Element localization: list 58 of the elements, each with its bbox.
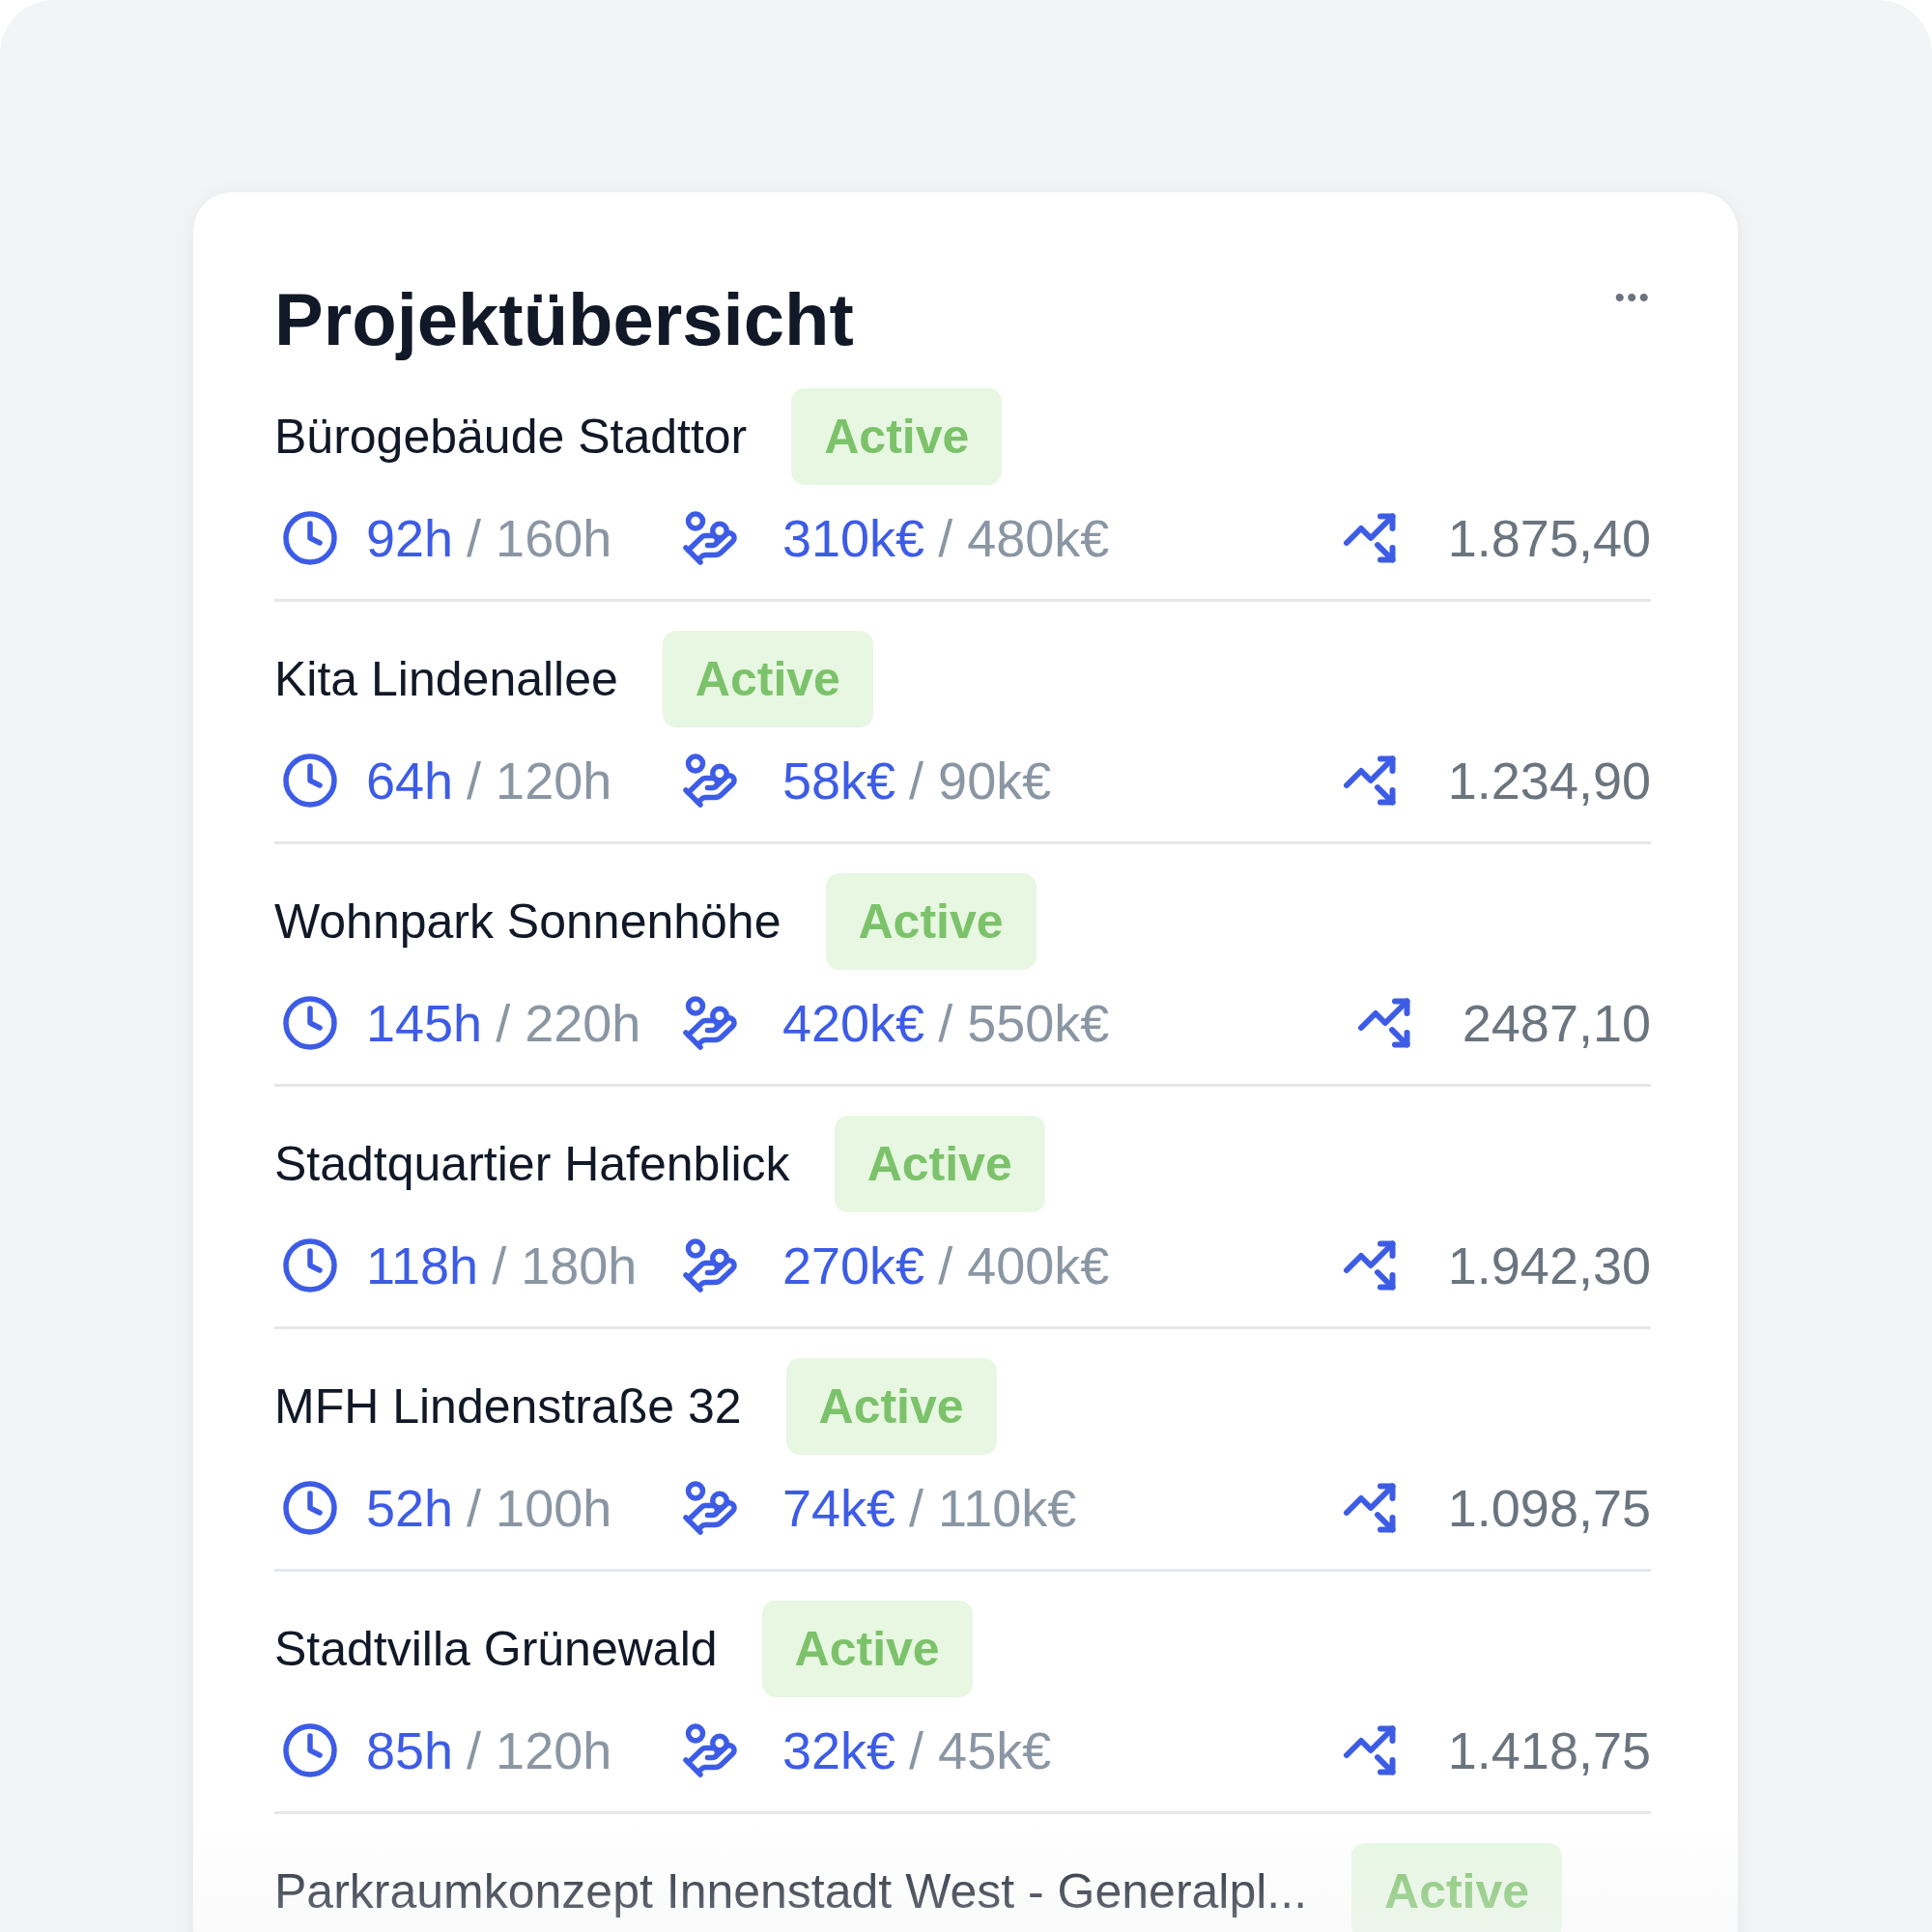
card-title: Projektübersicht xyxy=(274,277,854,362)
clock-icon xyxy=(281,1479,339,1538)
hours-used: 92h xyxy=(366,508,454,569)
budget-limit: / 110k€ xyxy=(909,1478,1077,1539)
project-name[interactable]: Bürogebäude Stadttor xyxy=(274,409,748,466)
status-badge: Active xyxy=(825,873,1037,971)
project-value: 1.875,40 xyxy=(1447,508,1651,569)
hours-used: 85h xyxy=(366,1720,454,1781)
project-value: 1.418,75 xyxy=(1447,1720,1651,1781)
project-value: 1.098,75 xyxy=(1447,1478,1651,1539)
hours-limit: / 100h xyxy=(467,1478,612,1539)
budget-limit: / 90k€ xyxy=(909,751,1052,811)
budget-used: 58k€ xyxy=(782,751,896,811)
status-badge: Active xyxy=(834,1116,1045,1213)
project-name[interactable]: MFH Lindenstraße 32 xyxy=(274,1378,742,1435)
hours-limit: / 120h xyxy=(467,1720,612,1781)
budget-limit: / 550k€ xyxy=(938,993,1110,1054)
hand-coins-icon xyxy=(681,1721,739,1780)
status-badge: Active xyxy=(1351,1843,1563,1932)
budget-limit: / 480k€ xyxy=(938,508,1110,569)
hand-coins-icon xyxy=(681,509,739,568)
budget-used: 310k€ xyxy=(782,508,925,569)
clock-icon xyxy=(281,752,339,810)
hours-limit: / 120h xyxy=(467,751,612,811)
clock-icon xyxy=(281,509,339,568)
budget-limit: / 45k€ xyxy=(909,1720,1052,1781)
hand-coins-icon xyxy=(681,752,739,810)
hours-limit: / 180h xyxy=(492,1236,638,1296)
status-badge: Active xyxy=(785,1358,997,1456)
hours-used: 52h xyxy=(366,1478,454,1539)
status-badge: Active xyxy=(662,631,873,728)
more-menu-button[interactable]: ••• xyxy=(1614,281,1651,314)
hours-used: 64h xyxy=(366,751,454,811)
project-value: 1.234,90 xyxy=(1447,751,1651,811)
hand-coins-icon xyxy=(681,1236,739,1295)
project-name[interactable]: Stadtquartier Hafenblick xyxy=(274,1136,790,1193)
hand-coins-icon xyxy=(681,994,739,1053)
clock-icon xyxy=(281,994,339,1053)
budget-used: 74k€ xyxy=(782,1478,896,1539)
hours-limit: / 220h xyxy=(496,993,641,1054)
budget-limit: / 400k€ xyxy=(938,1236,1110,1296)
hours-used: 118h xyxy=(366,1236,479,1296)
project-value: 1.942,30 xyxy=(1447,1236,1651,1296)
budget-used: 420k€ xyxy=(782,993,925,1054)
hours-used: 145h xyxy=(366,993,483,1054)
budget-used: 32k€ xyxy=(782,1720,896,1781)
hours-limit: / 160h xyxy=(467,508,612,569)
hand-coins-icon xyxy=(681,1479,739,1538)
project-name[interactable]: Kita Lindenallee xyxy=(274,651,618,708)
clock-icon xyxy=(281,1236,339,1295)
project-name[interactable]: Parkraumkonzept Innenstadt West - Generalpl... xyxy=(274,1863,1308,1920)
status-badge: Active xyxy=(761,1601,973,1698)
status-badge: Active xyxy=(791,388,1003,486)
project-name[interactable]: Stadtvilla Grünewald xyxy=(274,1621,718,1678)
project-value: 2487,10 xyxy=(1462,993,1651,1054)
budget-used: 270k€ xyxy=(782,1236,925,1296)
clock-icon xyxy=(281,1721,339,1780)
project-name[interactable]: Wohnpark Sonnenhöhe xyxy=(274,894,781,951)
